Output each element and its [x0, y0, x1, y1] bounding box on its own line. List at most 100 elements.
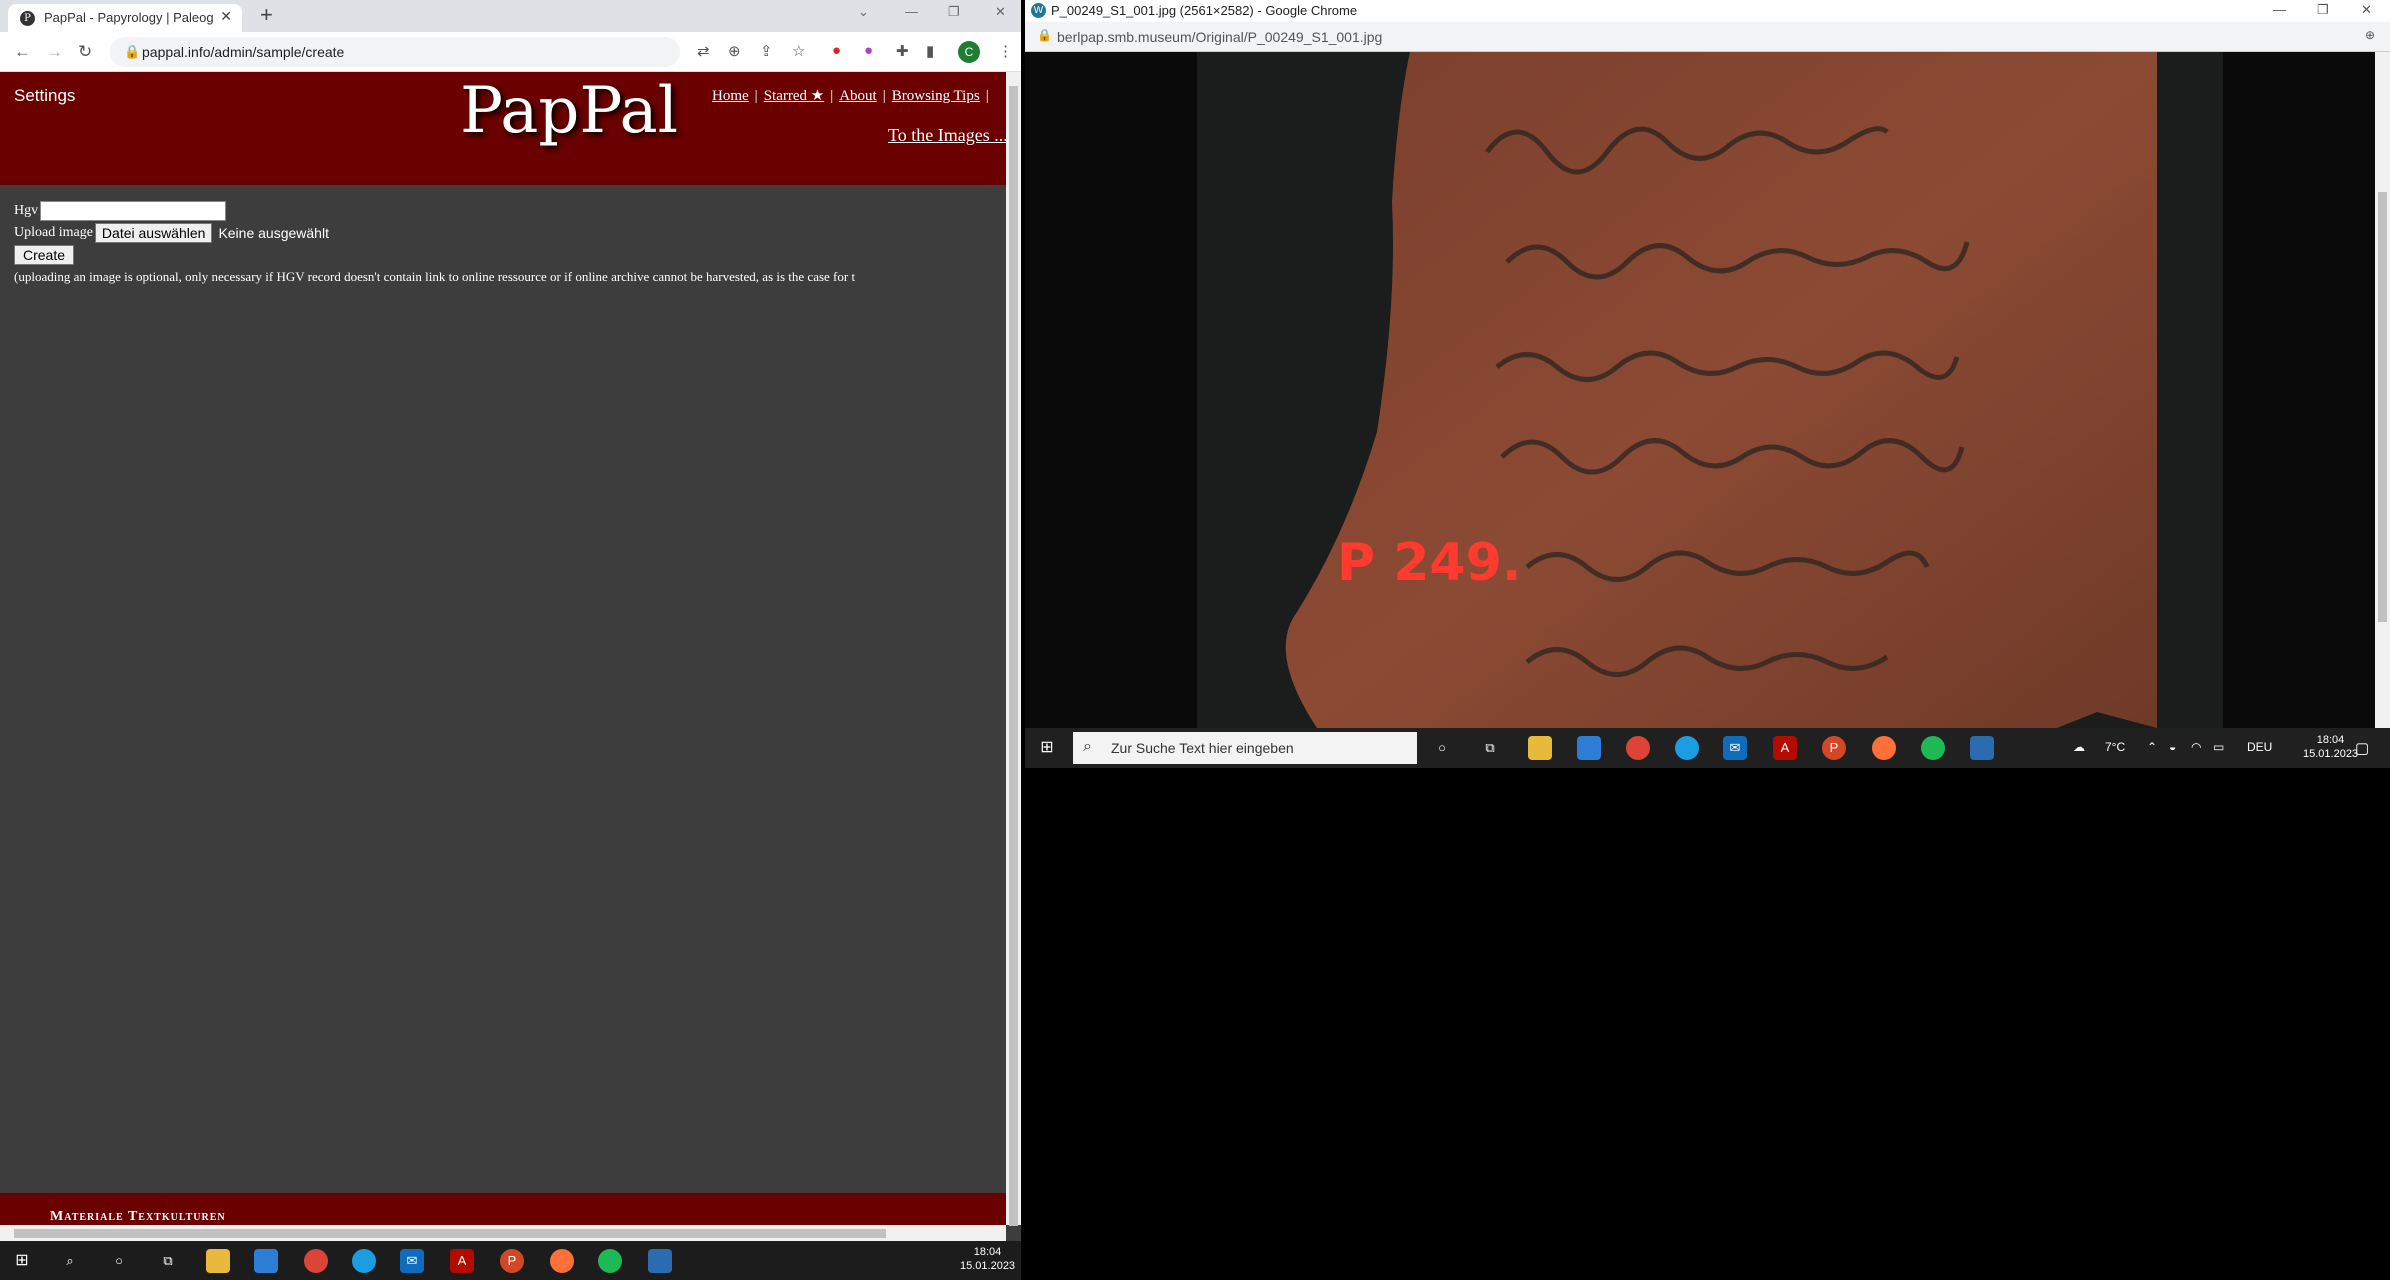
site-logo[interactable]: PapPal [460, 74, 678, 148]
tab-close-icon[interactable]: ✕ [220, 8, 232, 25]
network-icon[interactable]: ◒ [2169, 740, 2176, 754]
spotify-icon[interactable] [1921, 736, 1945, 760]
task-view-icon[interactable]: ⧉ [1478, 736, 1502, 760]
vertical-scroll-thumb[interactable] [1009, 86, 1018, 1226]
hgv-input[interactable] [40, 201, 227, 221]
firefox-icon[interactable] [1872, 736, 1896, 760]
papyrus-photo: P 249. [1197, 52, 2223, 728]
wifi-icon[interactable]: ◠ [2191, 740, 2201, 754]
taskbar-search-box[interactable]: ⌕ Zur Suche Text hier eingeben [1073, 732, 1417, 764]
clock-date: 15.01.2023 [2303, 748, 2359, 760]
settings-link[interactable]: Settings [14, 86, 75, 106]
sidepanel-icon[interactable]: ▮ [926, 42, 934, 60]
taskbar-clock[interactable]: 18:04 15.01.2023 [960, 1245, 1015, 1273]
edge-icon[interactable] [1675, 736, 1699, 760]
windows-start-icon[interactable]: ⊞ [1035, 736, 1059, 760]
right-browser-window: W P_00249_S1_001.jpg (2561×2582) - Googl… [1025, 0, 2390, 768]
language-indicator[interactable]: DEU [2247, 740, 2272, 754]
edge-icon[interactable] [352, 1249, 376, 1273]
file-explorer-icon[interactable] [1528, 736, 1552, 760]
weather-icon[interactable]: ☁ [2073, 740, 2085, 754]
battery-icon[interactable]: ▭ [2213, 740, 2224, 754]
firefox-icon[interactable] [550, 1249, 574, 1273]
extension-purple-icon[interactable]: ● [864, 42, 873, 59]
pappal-favicon-icon: P [20, 11, 35, 26]
extensions-puzzle-icon[interactable]: ✚ [896, 42, 909, 60]
restore-icon[interactable]: ❐ [948, 4, 960, 20]
extension-red-icon[interactable]: ● [832, 42, 841, 59]
search-icon[interactable]: ⌕ [58, 1249, 82, 1273]
zoom-icon[interactable]: ⊕ [728, 42, 741, 60]
address-bar: ← → ↻ 🔒 pappal.info/admin/sample/create … [0, 32, 1021, 72]
profile-avatar[interactable]: C [958, 41, 980, 63]
powerpoint-icon[interactable]: P [500, 1249, 524, 1273]
store-icon[interactable] [1577, 736, 1601, 760]
acrobat-icon[interactable]: A [1773, 736, 1797, 760]
taskbar-search-placeholder: Zur Suche Text hier eingeben [1111, 740, 1294, 756]
zoom-icon[interactable]: ⊕ [2365, 28, 2375, 42]
clock-time: 18:04 [973, 1246, 1002, 1258]
store-icon[interactable] [254, 1249, 278, 1273]
vertical-scrollbar[interactable] [1006, 72, 1021, 1226]
acrobat-icon[interactable]: A [450, 1249, 474, 1273]
tray-chevron-icon[interactable]: ⌃ [2147, 740, 2157, 754]
new-tab-icon[interactable]: + [260, 2, 273, 28]
mail-icon[interactable]: ✉ [1723, 736, 1747, 760]
site-footer: Materiale Textkulturen [0, 1193, 1006, 1225]
choose-file-button[interactable]: Datei auswählen [94, 223, 213, 243]
minimize-icon[interactable]: — [2273, 2, 2286, 17]
top-nav: Home | Starred ★ | About | Browsing Tips | [712, 88, 989, 104]
back-icon[interactable]: ← [14, 42, 31, 62]
reload-icon[interactable]: ↻ [78, 42, 92, 62]
right-vertical-scrollbar[interactable] [2375, 52, 2390, 728]
file-explorer-icon[interactable] [206, 1249, 230, 1273]
photos-icon[interactable] [648, 1249, 672, 1273]
bookmark-star-icon[interactable]: ☆ [792, 42, 805, 60]
close-window-icon[interactable]: ✕ [2361, 2, 2372, 18]
forward-icon[interactable]: → [46, 42, 63, 62]
nav-about[interactable]: About [839, 88, 877, 104]
chrome-icon[interactable] [1626, 736, 1650, 760]
upload-note: (uploading an image is optional, only ne… [14, 269, 856, 284]
cortana-icon[interactable]: ○ [1430, 736, 1454, 760]
right-scroll-thumb[interactable] [2378, 192, 2387, 622]
footer-text: Materiale Textkulturen [50, 1209, 226, 1224]
chrome-icon[interactable] [304, 1249, 328, 1273]
horizontal-scroll-thumb[interactable] [14, 1229, 886, 1238]
spotify-icon[interactable] [598, 1249, 622, 1273]
close-window-icon[interactable]: ✕ [995, 4, 1006, 20]
right-address-bar[interactable]: 🔒 berlpap.smb.museum/Original/P_00249_S1… [1025, 22, 2390, 52]
taskbar-clock[interactable]: 18:04 15.01.2023 [2303, 733, 2358, 761]
search-icon: ⌕ [1083, 738, 1092, 755]
to-images-link[interactable]: To the Images ... [888, 125, 1006, 146]
page-content: Settings PapPal Home | Starred ★ | About | Bro… [0, 72, 1006, 1225]
minimize-icon[interactable]: — [905, 4, 918, 19]
task-view-icon[interactable]: ⧉ [156, 1249, 180, 1273]
tab-search-icon[interactable]: ⌄ [858, 4, 869, 20]
url-text: pappal.info/admin/sample/create [142, 44, 345, 60]
cortana-icon[interactable]: ○ [107, 1249, 131, 1273]
menu-kebab-icon[interactable]: ⋮ [998, 42, 1013, 60]
restore-icon[interactable]: ❐ [2317, 2, 2329, 18]
weather-temp[interactable]: 7°C [2105, 740, 2125, 754]
right-title-bar: W P_00249_S1_001.jpg (2561×2582) - Googl… [1025, 0, 2390, 22]
nav-home[interactable]: Home [712, 88, 749, 104]
omnibox[interactable]: 🔒 pappal.info/admin/sample/create [110, 37, 680, 67]
notifications-icon[interactable]: ▢ [2355, 739, 2369, 757]
mail-icon[interactable]: ✉ [400, 1249, 424, 1273]
powerpoint-icon[interactable]: P [1822, 736, 1846, 760]
left-browser-window: P PapPal - Papyrology | Paleograph ✕ + ⌄… [0, 0, 1021, 1241]
share-icon[interactable]: ⇪ [760, 42, 773, 60]
horizontal-scrollbar[interactable] [0, 1225, 1006, 1241]
photos-icon[interactable] [1970, 736, 1994, 760]
create-button[interactable]: Create [14, 245, 75, 265]
inventory-mark: P 249. [1337, 533, 1522, 593]
translate-icon[interactable]: ⇄ [697, 42, 710, 60]
nav-browsing-tips[interactable]: Browsing Tips [892, 88, 980, 104]
tab-pappal[interactable]: P PapPal - Papyrology | Paleograph ✕ [8, 4, 242, 32]
lock-icon: 🔒 [1037, 28, 1052, 42]
hgv-label: Hgv [14, 203, 39, 218]
nav-starred[interactable]: Starred ★ [764, 88, 825, 104]
windows-start-icon[interactable]: ⊞ [10, 1249, 34, 1273]
wordpress-favicon-icon: W [1031, 3, 1046, 18]
